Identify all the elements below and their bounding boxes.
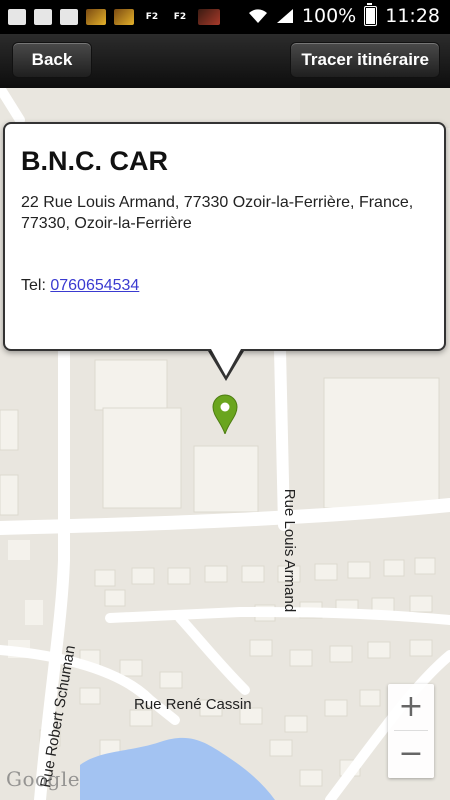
info-popup: B.N.C. CAR 22 Rue Louis Armand, 77330 Oz… bbox=[3, 122, 446, 351]
battery-icon bbox=[364, 3, 378, 26]
f2-icon: F2 bbox=[173, 12, 187, 22]
popup-tail-fill bbox=[211, 349, 241, 376]
route-button[interactable]: Tracer itinéraire bbox=[290, 42, 440, 78]
status-indicators: 100% 11:28 bbox=[248, 3, 440, 27]
street-label-rue-louis-armand: Rue Louis Armand bbox=[281, 488, 299, 613]
app-icon bbox=[86, 9, 106, 25]
phone-line: Tel: 0760654534 bbox=[21, 277, 139, 295]
image-icon bbox=[60, 9, 78, 25]
business-name: B.N.C. CAR bbox=[21, 146, 168, 176]
status-bar: F2 F2 100% 11:28 bbox=[0, 0, 450, 34]
zoom-in-button[interactable]: + bbox=[388, 684, 434, 730]
mail-icon bbox=[34, 9, 52, 25]
phone-link[interactable]: 0760654534 bbox=[50, 277, 139, 294]
signal-icon bbox=[276, 9, 293, 23]
action-bar: Back Tracer itinéraire bbox=[0, 34, 450, 88]
wifi-icon bbox=[248, 9, 267, 23]
business-address: 22 Rue Louis Armand, 77330 Ozoir-la-Ferr… bbox=[21, 194, 414, 232]
app-icon bbox=[114, 9, 134, 25]
back-button[interactable]: Back bbox=[12, 42, 92, 78]
street-label-rue-rene-cassin: Rue René Cassin bbox=[134, 696, 252, 713]
zoom-out-button[interactable]: − bbox=[388, 731, 434, 777]
zoom-controls: + − bbox=[388, 684, 434, 778]
message-icon bbox=[8, 9, 26, 25]
map-marker-icon[interactable] bbox=[211, 394, 239, 434]
notification-icons: F2 F2 bbox=[8, 7, 220, 27]
google-logo: Google bbox=[6, 767, 81, 791]
phone-label: Tel: bbox=[21, 277, 51, 294]
clock: 11:28 bbox=[385, 5, 440, 27]
f2-icon: F2 bbox=[145, 12, 159, 22]
app-icon bbox=[198, 9, 220, 25]
battery-percent: 100% bbox=[301, 5, 357, 27]
